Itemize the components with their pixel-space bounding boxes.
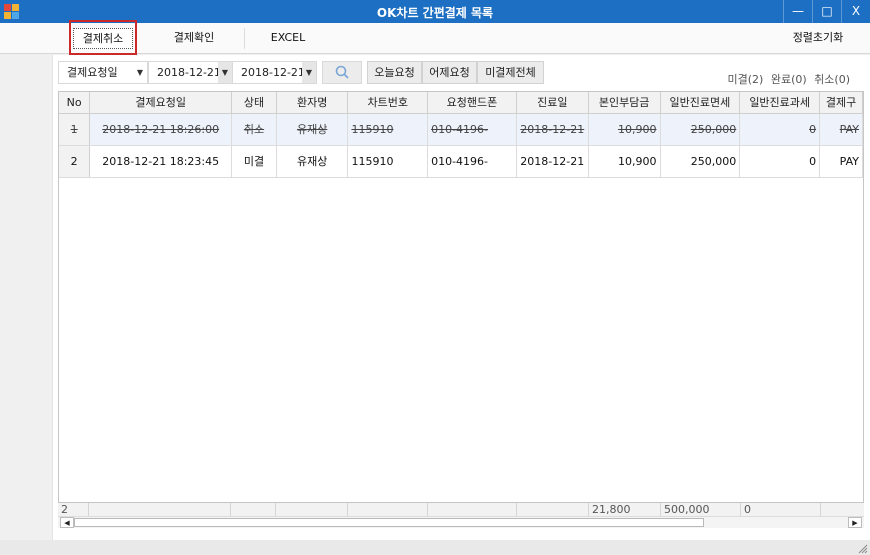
column-header[interactable]: 본인부담금 (588, 92, 661, 114)
to-date-picker[interactable]: 2018-12-21 ▼ (232, 61, 317, 84)
total-blank (348, 503, 428, 517)
visit-date-cell: 2018-12-21 (516, 113, 589, 146)
toolbar-divider (244, 28, 245, 49)
total-copay: 21,800 (589, 503, 661, 517)
search-icon (335, 65, 349, 79)
exempt-cell: 250,000 (660, 113, 741, 146)
column-header[interactable]: 진료일 (516, 92, 589, 114)
chevron-down-icon[interactable]: ▼ (302, 62, 316, 83)
patient-name-cell: 유재상 (276, 113, 349, 146)
phone-cell: 010-4196- (427, 113, 517, 146)
total-blank (276, 503, 348, 517)
unpaid-all-button[interactable]: 미결제전체 (477, 61, 544, 84)
column-header[interactable]: No (59, 92, 91, 114)
chart-number-cell: 115910 (347, 113, 429, 146)
status-cell: 미결 (231, 145, 277, 178)
status-bar (0, 540, 870, 555)
column-header[interactable]: 상태 (231, 92, 277, 114)
chevron-down-icon[interactable]: ▼ (218, 62, 232, 83)
phone-cell: 010-4196- (427, 145, 517, 178)
from-date-picker[interactable]: 2018-12-21 ▼ (148, 61, 233, 84)
unpaid-count: 미결(2) (727, 73, 764, 86)
close-button[interactable]: X (841, 0, 870, 23)
column-header[interactable]: 결제구 (819, 92, 863, 114)
highlight-box (69, 20, 137, 55)
yesterday-request-button[interactable]: 어제요청 (422, 61, 477, 84)
totals-row: 2 21,800 500,000 0 (58, 502, 864, 517)
table-row[interactable]: 2 2018-12-21 18:23:45 미결 유재상 115910 010-… (59, 145, 863, 178)
horizontal-scrollbar[interactable]: ◀ ▶ (58, 516, 864, 528)
excel-export-button[interactable]: EXCEL (258, 28, 318, 49)
scrollbar-thumb[interactable] (74, 518, 704, 527)
exempt-cell: 250,000 (660, 145, 741, 178)
table-row[interactable]: 1 2018-12-21 18:26:00 취소 유재상 115910 010-… (59, 113, 863, 146)
maximize-button[interactable]: □ (812, 0, 841, 23)
reset-sort-button[interactable]: 정렬초기화 (778, 28, 858, 49)
confirm-payment-button[interactable]: 결제확인 (160, 28, 228, 49)
today-request-button[interactable]: 오늘요청 (367, 61, 422, 84)
visit-date-cell: 2018-12-21 (516, 145, 589, 178)
row-number: 1 (59, 113, 91, 146)
search-button[interactable] (322, 61, 362, 84)
payment-table: No 결제요청일 상태 환자명 차트번호 요청핸드폰 진료일 본인부담금 일반진… (59, 92, 863, 178)
chevron-down-icon: ▼ (136, 68, 144, 77)
date-type-value: 결제요청일 (67, 66, 118, 79)
total-blank (89, 503, 231, 517)
column-header[interactable]: 일반진료면세 (660, 92, 741, 114)
copay-cell: 10,900 (588, 145, 661, 178)
total-blank (517, 503, 589, 517)
cancelled-count: 취소(0) (814, 73, 850, 86)
total-count: 2 (58, 503, 89, 517)
column-header[interactable]: 환자명 (276, 92, 349, 114)
patient-name-cell: 유재상 (276, 145, 349, 178)
table-header-row: No 결제요청일 상태 환자명 차트번호 요청핸드폰 진료일 본인부담금 일반진… (59, 92, 863, 114)
total-exempt: 500,000 (661, 503, 741, 517)
payment-method-cell: PAY (819, 145, 863, 178)
taxable-cell: 0 (739, 145, 821, 178)
total-blank (428, 503, 517, 517)
payment-method-cell: PAY (819, 113, 863, 146)
taxable-cell: 0 (739, 113, 821, 146)
copay-cell: 10,900 (588, 113, 661, 146)
row-number: 2 (59, 145, 91, 178)
scroll-right-icon[interactable]: ▶ (848, 517, 862, 528)
minimize-button[interactable]: — (783, 0, 812, 23)
total-taxable: 0 (741, 503, 821, 517)
to-date-value: 2018-12-21 (241, 66, 305, 79)
window-title: OK차트 간편결제 목록 (376, 6, 494, 20)
scroll-left-icon[interactable]: ◀ (60, 517, 74, 528)
payment-grid[interactable]: No 결제요청일 상태 환자명 차트번호 요청핸드폰 진료일 본인부담금 일반진… (58, 91, 864, 526)
from-date-value: 2018-12-21 (157, 66, 221, 79)
date-type-select[interactable]: 결제요청일 ▼ (58, 61, 148, 84)
column-header[interactable]: 요청핸드폰 (427, 92, 517, 114)
column-header[interactable]: 결제요청일 (89, 92, 233, 114)
column-header[interactable]: 차트번호 (347, 92, 429, 114)
request-date-cell: 2018-12-21 18:23:45 (89, 145, 233, 178)
chart-number-cell: 115910 (347, 145, 429, 178)
completed-count: 완료(0) (770, 73, 807, 86)
total-blank (231, 503, 276, 517)
column-header[interactable]: 일반진료과세 (739, 92, 821, 114)
request-date-cell: 2018-12-21 18:26:00 (89, 113, 233, 146)
status-cell: 취소 (231, 113, 277, 146)
resize-grip-icon[interactable] (856, 542, 868, 554)
status-summary: 미결(2) 완료(0) 취소(0) (700, 71, 850, 87)
